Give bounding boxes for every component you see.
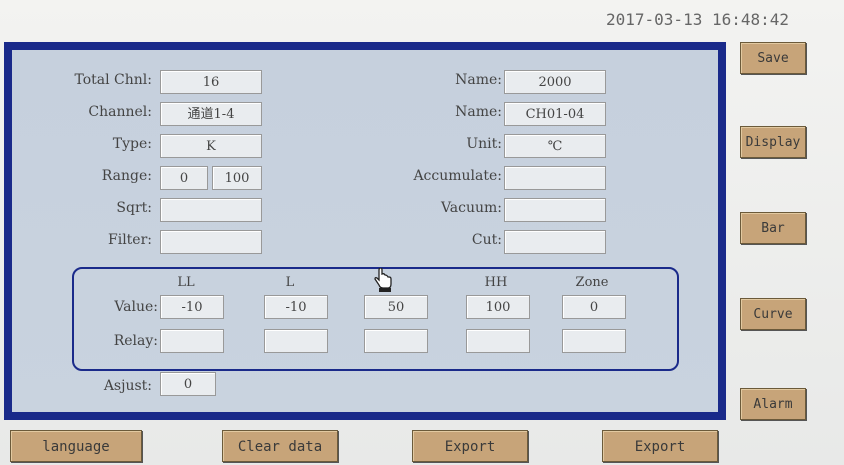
type-label: Type: bbox=[112, 136, 152, 152]
adjust-label: Asjust: bbox=[103, 378, 152, 394]
sqrt-label: Sqrt: bbox=[116, 200, 152, 216]
range-max-field[interactable]: 100 bbox=[212, 166, 262, 190]
range-min-field[interactable]: 0 bbox=[160, 166, 208, 190]
relay-row-label: Relay: bbox=[113, 333, 158, 349]
name-field[interactable]: CH01-04 bbox=[504, 102, 606, 126]
filter-label: Filter: bbox=[108, 232, 152, 248]
export-button[interactable]: Export bbox=[602, 430, 718, 462]
channel-settings-frame: Total Chnl: 16 Channel: 通道1-4 Type: K Ra… bbox=[4, 42, 726, 420]
hh-relay-field[interactable] bbox=[466, 329, 530, 353]
datetime-display: 2017-03-13 16:48:42 bbox=[606, 10, 790, 29]
hh-column-header: HH bbox=[484, 275, 508, 290]
cut-field[interactable] bbox=[504, 230, 606, 254]
channel-field[interactable]: 通道1-4 bbox=[160, 102, 262, 126]
zone-column-header: Zone bbox=[575, 275, 609, 290]
name-label: Name: bbox=[455, 104, 502, 120]
ll-column-header: LL bbox=[177, 275, 195, 290]
h-relay-field[interactable] bbox=[364, 329, 428, 353]
total-chnl-field[interactable]: 16 bbox=[160, 70, 262, 94]
accumulate-label: Accumulate: bbox=[413, 168, 502, 184]
filter-field[interactable] bbox=[160, 230, 262, 254]
unit-label: Unit: bbox=[466, 136, 502, 152]
sqrt-field[interactable] bbox=[160, 198, 262, 222]
channel-settings-panel: Total Chnl: 16 Channel: 通道1-4 Type: K Ra… bbox=[12, 50, 718, 412]
bar-button[interactable]: Bar bbox=[740, 212, 806, 244]
hand-pointer-icon bbox=[374, 268, 392, 292]
value-row-label: Value: bbox=[114, 299, 158, 315]
hmi-screen: 2017-03-13 16:48:42 Total Chnl: 16 Chann… bbox=[0, 0, 844, 465]
cut-label: Cut: bbox=[471, 232, 502, 248]
zone-value-field[interactable]: 0 bbox=[562, 295, 626, 319]
name-label: Name: bbox=[455, 72, 502, 88]
ll-value-field[interactable]: -10 bbox=[160, 295, 224, 319]
h-value-field[interactable]: 50 bbox=[364, 295, 428, 319]
unit-field[interactable]: ℃ bbox=[504, 134, 606, 158]
vacuum-field[interactable] bbox=[504, 198, 606, 222]
hh-value-field[interactable]: 100 bbox=[466, 295, 530, 319]
ll-relay-field[interactable] bbox=[160, 329, 224, 353]
adjust-field[interactable]: 0 bbox=[160, 372, 216, 396]
alarm-button[interactable]: Alarm bbox=[740, 388, 806, 420]
curve-button[interactable]: Curve bbox=[740, 298, 806, 330]
zone-relay-field[interactable] bbox=[562, 329, 626, 353]
save-button[interactable]: Save bbox=[740, 42, 806, 74]
l-value-field[interactable]: -10 bbox=[264, 295, 328, 319]
l-relay-field[interactable] bbox=[264, 329, 328, 353]
display-button[interactable]: Display bbox=[740, 126, 806, 158]
clear-data-button[interactable]: Clear data bbox=[222, 430, 338, 462]
l-column-header: L bbox=[285, 275, 295, 290]
type-field[interactable]: K bbox=[160, 134, 262, 158]
total-chnl-label: Total Chnl: bbox=[74, 72, 152, 88]
vacuum-label: Vacuum: bbox=[440, 200, 502, 216]
name-field[interactable]: 2000 bbox=[504, 70, 606, 94]
channel-label: Channel: bbox=[88, 104, 152, 120]
accumulate-field[interactable] bbox=[504, 166, 606, 190]
language-button[interactable]: language bbox=[10, 430, 142, 462]
range-label: Range: bbox=[101, 168, 152, 184]
export-button[interactable]: Export bbox=[412, 430, 528, 462]
